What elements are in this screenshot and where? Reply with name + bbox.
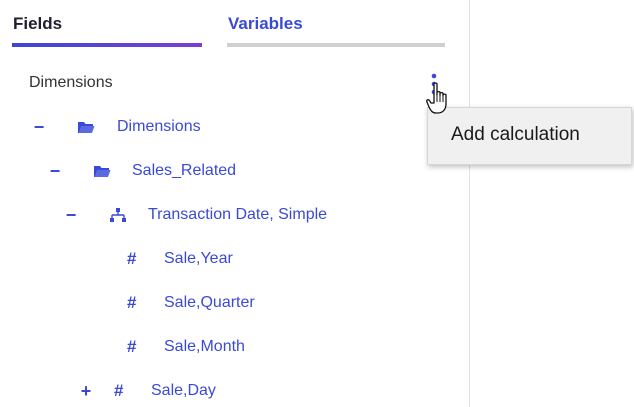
section-heading-dimensions: Dimensions	[29, 74, 113, 91]
tree-item-sales-related[interactable]: − Sales_Related	[0, 160, 440, 184]
collapse-toggle[interactable]: −	[64, 204, 78, 226]
context-menu: Add calculation	[427, 107, 632, 165]
tree-item-label: Sale,Quarter	[164, 294, 255, 311]
tab-fields[interactable]: Fields	[13, 14, 62, 34]
tree-item-sale-quarter[interactable]: # Sale,Quarter	[0, 292, 440, 316]
tab-fields-underline	[12, 43, 202, 47]
collapse-toggle[interactable]: −	[48, 160, 62, 182]
measure-hash-icon: #	[114, 381, 124, 400]
tree-item-sale-day[interactable]: + # Sale,Day	[0, 380, 440, 404]
tree-item-sale-month[interactable]: # Sale,Month	[0, 336, 440, 360]
tree-item-transaction-date[interactable]: − Transaction Date, Simple	[0, 204, 440, 228]
tab-variables-underline	[227, 43, 445, 47]
tree-item-label: Sale,Month	[164, 338, 245, 355]
tree-item-label: Sale,Year	[164, 250, 233, 267]
hand-pointer-cursor-icon	[426, 82, 447, 114]
tab-variables[interactable]: Variables	[228, 14, 303, 34]
folder-open-icon	[78, 122, 95, 133]
fields-panel: Fields Variables Dimensions − Dimensions…	[0, 0, 470, 407]
tree-item-label: Sales_Related	[132, 162, 237, 179]
measure-hash-icon: #	[127, 293, 137, 312]
folder-open-icon	[94, 166, 111, 177]
collapse-toggle[interactable]: −	[32, 116, 46, 138]
measure-hash-icon: #	[127, 337, 137, 356]
tree-item-label: Dimensions	[117, 118, 201, 135]
add-calculation-menu-item[interactable]: Add calculation	[451, 124, 580, 146]
expand-toggle[interactable]: +	[79, 380, 93, 402]
tree-item-label: Transaction Date, Simple	[148, 206, 328, 223]
tree-item-label: Sale,Day	[151, 382, 216, 399]
tree-item-dimensions[interactable]: − Dimensions	[0, 116, 440, 140]
hierarchy-icon	[110, 208, 126, 222]
tree-item-sale-year[interactable]: # Sale,Year	[0, 248, 440, 272]
measure-hash-icon: #	[127, 249, 137, 268]
